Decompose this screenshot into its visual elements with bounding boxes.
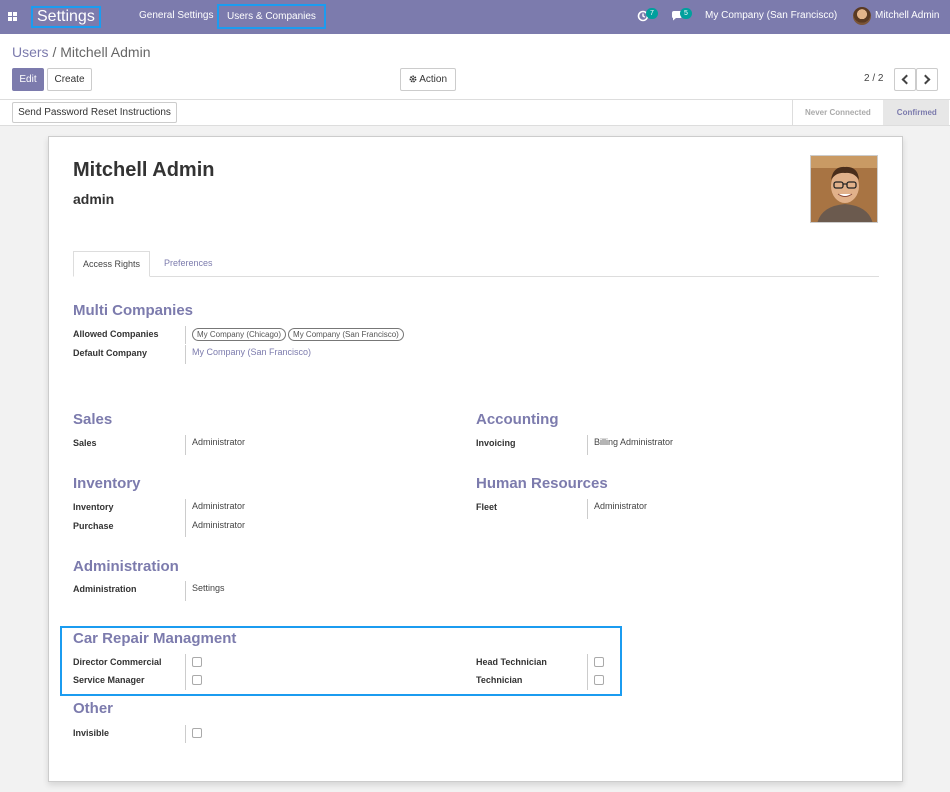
- pager-next-button[interactable]: [916, 68, 938, 91]
- breadcrumb-current: Mitchell Admin: [60, 44, 151, 60]
- tab-access-rights[interactable]: Access Rights: [73, 251, 151, 277]
- company-tag[interactable]: My Company (Chicago): [192, 328, 287, 341]
- sales-label: Sales: [73, 438, 97, 448]
- apps-menu-icon[interactable]: [8, 12, 17, 21]
- company-tag[interactable]: My Company (San Francisco): [288, 328, 404, 341]
- default-company-label: Default Company: [73, 348, 148, 358]
- section-sales: Sales: [73, 411, 113, 428]
- pager-previous-button[interactable]: [894, 68, 916, 91]
- breadcrumb: Users / Mitchell Admin: [12, 44, 151, 60]
- allowed-companies-field[interactable]: My Company (Chicago) My Company (San Fran…: [185, 326, 406, 344]
- inventory-label: Inventory: [73, 502, 114, 512]
- company-switcher[interactable]: My Company (San Francisco): [705, 10, 837, 21]
- user-photo[interactable]: [810, 155, 878, 223]
- form-statusbar: Send Password Reset Instructions Never C…: [0, 100, 950, 126]
- invisible-field: [185, 725, 205, 743]
- breadcrumb-users-link[interactable]: Users: [12, 44, 49, 60]
- messages-count-badge: 5: [680, 8, 692, 19]
- send-password-reset-button[interactable]: Send Password Reset Instructions: [12, 102, 177, 123]
- fleet-field[interactable]: Administrator: [587, 499, 647, 519]
- car-repair-highlight-frame: [60, 626, 622, 696]
- status-never-connected: Never Connected: [792, 100, 883, 125]
- section-administration: Administration: [73, 558, 179, 575]
- purchase-field[interactable]: Administrator: [185, 518, 245, 537]
- invisible-checkbox[interactable]: [192, 728, 202, 738]
- invoicing-label: Invoicing: [476, 438, 516, 448]
- administration-label: Administration: [73, 584, 137, 594]
- user-name-field: Mitchell Admin: [73, 159, 215, 181]
- user-login-field: admin: [73, 191, 115, 207]
- activity-count-badge: 7: [646, 8, 658, 19]
- create-button[interactable]: Create: [47, 68, 92, 91]
- section-inventory: Inventory: [73, 475, 141, 492]
- section-human-resources: Human Resources: [476, 475, 608, 492]
- status-steps: Never Connected Confirmed: [792, 100, 949, 125]
- chevron-right-icon: [920, 74, 931, 85]
- tab-preferences[interactable]: Preferences: [155, 251, 222, 277]
- top-navbar: Settings General Settings Users & Compan…: [0, 0, 950, 34]
- sales-field[interactable]: Administrator: [185, 435, 245, 455]
- action-button[interactable]: Action: [400, 68, 456, 91]
- purchase-label: Purchase: [73, 521, 114, 531]
- section-other: Other: [73, 700, 114, 717]
- administration-field[interactable]: Settings: [185, 581, 225, 601]
- user-avatar[interactable]: [853, 7, 871, 25]
- breadcrumb-separator: /: [52, 44, 57, 60]
- gear-icon: [409, 75, 417, 83]
- invoicing-field[interactable]: Billing Administrator: [587, 435, 673, 455]
- user-menu[interactable]: Mitchell Admin: [875, 10, 939, 21]
- chevron-left-icon: [901, 74, 912, 85]
- pager-value: 2 / 2: [864, 73, 884, 84]
- edit-button[interactable]: Edit: [12, 68, 44, 91]
- menu-general-settings[interactable]: General Settings: [139, 10, 214, 21]
- menu-users-companies[interactable]: Users & Companies: [217, 4, 326, 29]
- profile-photo-image: [811, 156, 877, 222]
- section-multi-companies: Multi Companies: [73, 302, 194, 319]
- app-title[interactable]: Settings: [31, 6, 101, 28]
- fleet-label: Fleet: [476, 502, 498, 512]
- allowed-companies-label: Allowed Companies: [73, 329, 159, 339]
- status-confirmed: Confirmed: [882, 100, 949, 125]
- invisible-label: Invisible: [73, 728, 110, 738]
- section-accounting: Accounting: [476, 411, 559, 428]
- action-label: Action: [419, 74, 448, 85]
- control-panel: Users / Mitchell Admin Edit Create Actio…: [0, 34, 950, 100]
- default-company-field[interactable]: My Company (San Francisco): [185, 345, 311, 364]
- inventory-field[interactable]: Administrator: [185, 499, 245, 518]
- form-tabs: Access Rights Preferences: [73, 251, 879, 277]
